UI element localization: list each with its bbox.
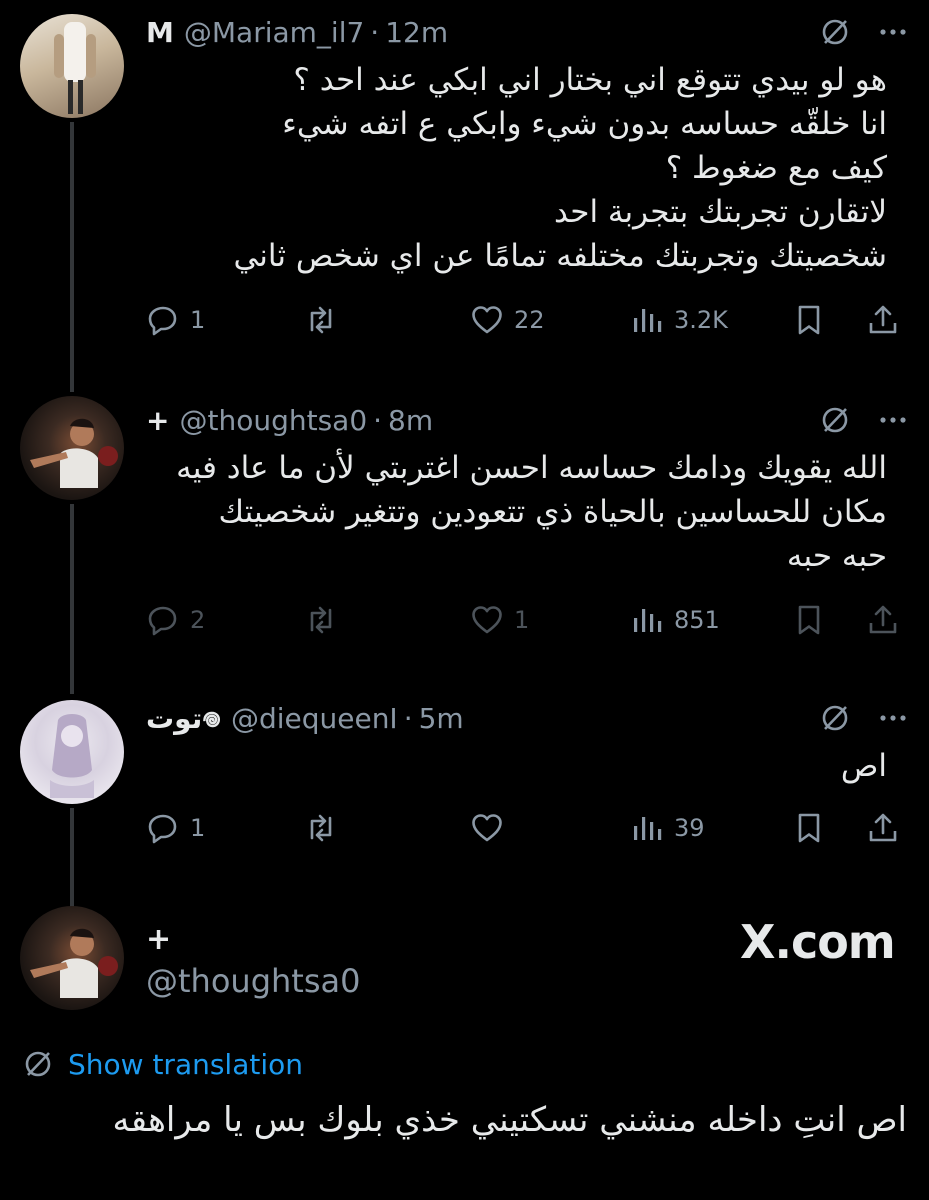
tweet-header: توت𖦹 @diequeenI · 5m (146, 698, 464, 738)
repost-button[interactable] (304, 598, 348, 642)
reply-count: 1 (190, 814, 206, 842)
reply-icon (146, 811, 180, 845)
like-count: 1 (514, 606, 530, 634)
timestamp[interactable]: 5m (419, 702, 464, 735)
bookmark-icon (792, 603, 826, 637)
user-handle[interactable]: @thoughtsa0 (146, 962, 360, 1000)
views-button[interactable]: 3.2K (630, 298, 728, 342)
reply-button[interactable]: 1 (146, 806, 205, 850)
more-icon[interactable] (877, 16, 909, 48)
more-icon[interactable] (877, 702, 909, 734)
reply-icon (146, 303, 180, 337)
like-icon (470, 303, 504, 337)
separator-dot: · (403, 701, 413, 735)
repost-button[interactable] (304, 298, 348, 342)
like-count: 22 (514, 306, 545, 334)
share-button[interactable] (866, 598, 900, 642)
tweet-header-icons (819, 400, 909, 440)
avatar[interactable] (20, 906, 124, 1010)
avatar[interactable] (20, 14, 124, 118)
display-name[interactable]: + (146, 404, 169, 437)
views-count: 851 (674, 606, 720, 634)
grok-icon[interactable] (819, 16, 851, 48)
views-icon (630, 303, 664, 337)
bookmark-button[interactable] (792, 598, 826, 642)
timestamp[interactable]: 12m (385, 16, 448, 49)
tweet-actions: 1 22 3.2K (146, 298, 906, 342)
tweet-actions: 1 39 (146, 806, 906, 850)
translate-icon (22, 1048, 54, 1080)
share-icon (866, 603, 900, 637)
tweet-header-icons (819, 698, 909, 738)
like-button[interactable] (470, 806, 514, 850)
user-handle[interactable]: @diequeenI (231, 702, 398, 735)
bookmark-button[interactable] (792, 298, 826, 342)
tweet-header: M @Mariam_il7 · 12m (146, 12, 448, 52)
reply-count: 1 (190, 306, 206, 334)
tweet-header-icons (819, 12, 909, 52)
avatar[interactable] (20, 396, 124, 500)
like-button[interactable]: 1 (470, 598, 529, 642)
thread-line (70, 122, 74, 392)
user-handle[interactable]: @thoughtsa0 (179, 404, 367, 437)
repost-icon (304, 603, 338, 637)
repost-button[interactable] (304, 806, 348, 850)
repost-icon (304, 811, 338, 845)
show-translation-label: Show translation (68, 1047, 304, 1081)
views-icon (630, 603, 664, 637)
tweet-text: اص انتِ داخله منشني تسكتيني خذي بلوك بس … (112, 1100, 907, 1140)
grok-icon[interactable] (819, 404, 851, 436)
like-button[interactable]: 22 (470, 298, 545, 342)
reply-button[interactable]: 2 (146, 598, 205, 642)
display-name[interactable]: توت𖦹 (146, 699, 221, 737)
tweet-actions: 2 1 851 (146, 598, 906, 642)
display-name[interactable]: M (146, 16, 174, 49)
bookmark-icon (792, 811, 826, 845)
share-button[interactable] (866, 298, 900, 342)
like-icon (470, 811, 504, 845)
share-button[interactable] (866, 806, 900, 850)
user-handle[interactable]: @Mariam_il7 (184, 16, 364, 49)
like-icon (470, 603, 504, 637)
share-icon (866, 811, 900, 845)
tweet-header: + @thoughtsa0 · 8m (146, 400, 433, 440)
thread-line (70, 808, 74, 908)
views-count: 3.2K (674, 306, 728, 334)
views-button[interactable]: 851 (630, 598, 720, 642)
grok-icon[interactable] (819, 702, 851, 734)
bookmark-button[interactable] (792, 806, 826, 850)
display-name[interactable]: + (146, 922, 171, 957)
timestamp[interactable]: 8m (388, 404, 433, 437)
reply-icon (146, 603, 180, 637)
tweet-text: اص (840, 748, 887, 784)
reply-button[interactable]: 1 (146, 298, 205, 342)
views-count: 39 (674, 814, 705, 842)
separator-dot: · (373, 403, 383, 437)
more-icon[interactable] (877, 404, 909, 436)
share-icon (866, 303, 900, 337)
repost-icon (304, 303, 338, 337)
avatar[interactable] (20, 700, 124, 804)
reply-count: 2 (190, 606, 206, 634)
separator-dot: · (370, 15, 380, 49)
views-icon (630, 811, 664, 845)
views-button[interactable]: 39 (630, 806, 705, 850)
show-translation-button[interactable]: Show translation (22, 1042, 303, 1086)
bookmark-icon (792, 303, 826, 337)
x-watermark: X.com (740, 915, 896, 969)
tweet-text: الله يقويك ودامك حساسه احسن اغتربتي لأن … (176, 450, 887, 574)
thread-line (70, 504, 74, 694)
tweet-text: هو لو بيدي تتوقع اني بختار اني ابكي عند … (233, 62, 887, 274)
